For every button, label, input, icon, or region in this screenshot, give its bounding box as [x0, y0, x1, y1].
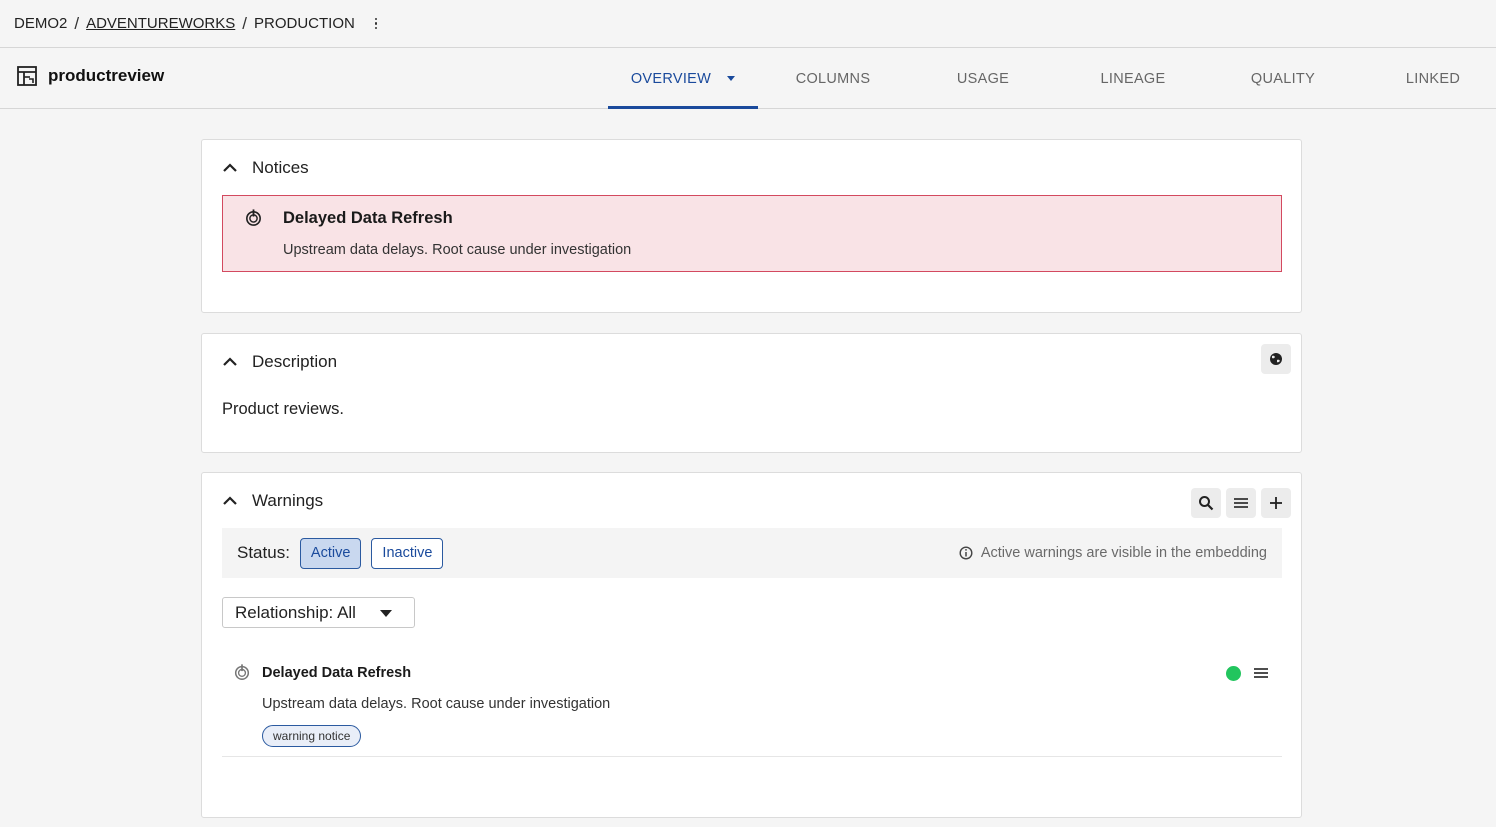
status-inactive-chip[interactable]: Inactive — [371, 537, 444, 569]
info-icon — [959, 546, 973, 560]
list-icon — [1234, 498, 1248, 508]
page-header: productreview OVERVIEW COLUMNS USAGE LIN… — [0, 48, 1496, 109]
notice-body: Upstream data delays. Root cause under i… — [283, 242, 632, 258]
globe-icon — [1270, 353, 1282, 365]
notice-banner: Delayed Data Refresh Upstream data delay… — [222, 195, 1282, 272]
chevron-up-icon — [223, 357, 237, 366]
warnings-toggle[interactable]: Warnings — [222, 491, 323, 511]
caret-down-icon — [380, 610, 392, 617]
menu-icon[interactable] — [1253, 665, 1269, 681]
warnings-title: Warnings — [252, 491, 324, 510]
status-hint: Active warnings are visible in the embed… — [959, 545, 1267, 561]
description-text: Product reviews. — [222, 400, 344, 418]
tab-usage[interactable]: USAGE — [908, 48, 1058, 109]
warning-body: Upstream data delays. Root cause under i… — [262, 696, 611, 712]
add-warning-button[interactable] — [1261, 488, 1291, 518]
warnings-toolbar — [1191, 488, 1291, 518]
tab-label: OVERVIEW — [630, 70, 712, 87]
tab-overview[interactable]: OVERVIEW — [608, 48, 758, 109]
description-card: Description Product reviews. — [201, 333, 1302, 453]
description-title: Description — [252, 352, 338, 371]
tab-linked[interactable]: LINKED — [1358, 48, 1496, 109]
vertical-dots-icon[interactable] — [371, 16, 382, 32]
list-view-button[interactable] — [1226, 488, 1256, 518]
page-title: productreview — [48, 66, 165, 85]
warning-list-item[interactable]: Delayed Data Refresh Upstream data delay… — [222, 653, 1282, 757]
notices-title: Notices — [252, 158, 309, 177]
warning-tag[interactable]: warning notice — [262, 725, 362, 747]
chevron-up-icon — [223, 163, 237, 172]
table-icon — [17, 66, 37, 86]
relationship-value: Relationship: All — [235, 602, 356, 622]
tab-quality[interactable]: QUALITY — [1208, 48, 1358, 109]
tab-lineage[interactable]: LINEAGE — [1058, 48, 1208, 109]
tab-label: QUALITY — [1250, 70, 1316, 87]
notices-toggle[interactable]: Notices — [222, 158, 309, 178]
status-filter-bar: Status: Active Inactive Active warnings … — [222, 528, 1282, 578]
breadcrumb-item-adventureworks[interactable]: ADVENTUREWORKS — [86, 15, 235, 32]
breadcrumb-item-production: PRODUCTION — [254, 15, 355, 32]
notice-title: Delayed Data Refresh — [283, 209, 453, 227]
status-label: Status: — [237, 543, 290, 562]
tab-label: LINKED — [1405, 70, 1461, 87]
tab-columns[interactable]: COLUMNS — [758, 48, 908, 109]
active-status-dot — [1226, 666, 1241, 681]
description-toggle[interactable]: Description — [222, 352, 337, 372]
power-icon — [246, 209, 261, 226]
status-active-chip[interactable]: Active — [299, 537, 362, 569]
plus-icon — [1270, 497, 1282, 509]
notices-card: Notices Delayed Data Refresh Upstream da… — [201, 139, 1302, 313]
search-icon — [1199, 496, 1214, 511]
hint-text: Active warnings are visible in the embed… — [980, 545, 1267, 561]
power-icon — [234, 664, 250, 680]
globe-button[interactable] — [1261, 344, 1291, 374]
tab-label: COLUMNS — [795, 70, 871, 87]
relationship-select[interactable]: Relationship: All — [222, 597, 415, 628]
chevron-up-icon — [223, 496, 237, 505]
search-button[interactable] — [1191, 488, 1221, 518]
tab-label: USAGE — [956, 70, 1010, 87]
caret-down-icon[interactable] — [727, 76, 736, 81]
tab-label: LINEAGE — [1100, 70, 1166, 87]
breadcrumb-separator: / — [242, 13, 247, 33]
breadcrumb-separator: / — [74, 13, 80, 33]
page-title-group: productreview — [16, 65, 164, 87]
warning-title: Delayed Data Refresh — [262, 665, 412, 681]
breadcrumb-item-demo2[interactable]: DEMO2 — [14, 15, 67, 32]
warnings-card: Warnings Status: Active Inactive Active … — [201, 472, 1302, 818]
breadcrumb: DEMO2 / ADVENTUREWORKS / PRODUCTION — [0, 0, 1496, 48]
tab-bar: OVERVIEW COLUMNS USAGE LINEAGE QUALITY L… — [608, 48, 1496, 109]
